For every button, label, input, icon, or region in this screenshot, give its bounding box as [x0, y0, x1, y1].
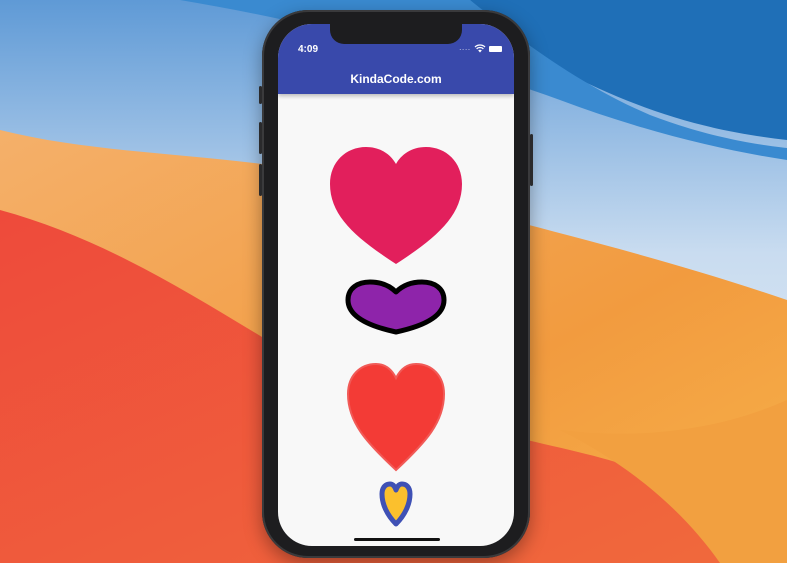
- heart-small-yellow: [379, 481, 413, 527]
- home-indicator[interactable]: [354, 538, 440, 541]
- hearts-canvas: [330, 147, 462, 527]
- power-button: [530, 134, 533, 186]
- mute-switch: [259, 86, 262, 104]
- heart-large-pink: [330, 147, 462, 264]
- phone-screen: 4:09 .... KindaCode.com: [278, 24, 514, 546]
- heart-red-outlined: [346, 362, 446, 472]
- phone-frame: 4:09 .... KindaCode.com: [259, 10, 533, 558]
- heart-purple-outlined: [345, 279, 447, 335]
- volume-up-button: [259, 122, 262, 154]
- volume-down-button: [259, 164, 262, 196]
